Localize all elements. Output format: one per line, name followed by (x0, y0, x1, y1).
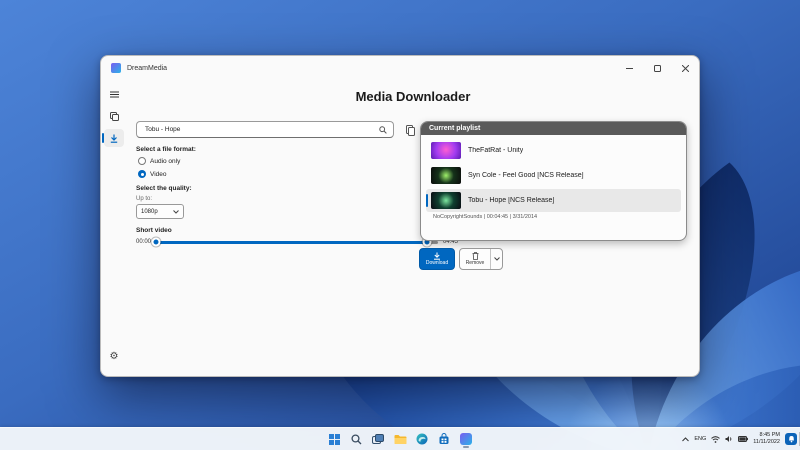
tray-time: 8:45 PM (759, 431, 780, 438)
menu-button[interactable] (104, 85, 124, 103)
close-button[interactable] (671, 56, 699, 80)
video-title: TheFatRat - Unity (468, 147, 524, 154)
video-thumbnail (431, 142, 461, 159)
hamburger-icon (109, 91, 119, 97)
file-explorer-button[interactable] (392, 431, 408, 447)
language-indicator[interactable]: ENG (694, 436, 706, 442)
converter-icon (109, 111, 119, 121)
media-app-icon (460, 433, 472, 445)
radio-audio-only[interactable]: Audio only (138, 157, 180, 165)
titlebar[interactable]: DreamMedia (101, 56, 699, 80)
trim-label: Short video (136, 227, 172, 234)
battery-button[interactable] (738, 436, 749, 442)
paste-icon[interactable] (404, 124, 417, 137)
remove-split-button: Remove (459, 248, 503, 270)
edge-button[interactable] (414, 431, 430, 447)
chevron-down-icon (493, 257, 500, 261)
video-meta: NoCopyrightSounds | 00:04:45 | 3/31/2014 (433, 214, 538, 220)
playlist-item[interactable]: TheFatRat - Unity (426, 139, 681, 162)
playlist-header: Current playlist (421, 122, 686, 135)
system-tray: ENG 8:45 PM 11/11/2022 (682, 428, 797, 450)
remove-label: Remove (465, 260, 485, 266)
tray-date: 11/11/2022 (753, 439, 780, 445)
store-icon (439, 433, 449, 444)
main-content: Media Downloader Select a file format: A… (127, 80, 699, 376)
search-icon[interactable] (379, 125, 387, 134)
clock[interactable]: 8:45 PM 11/11/2022 (753, 432, 780, 446)
gear-icon: ⚙ (109, 351, 119, 362)
quality-value: 1080p (141, 208, 158, 215)
sidebar-item-downloader[interactable] (102, 129, 124, 147)
download-label: Download (425, 260, 449, 266)
chevron-down-icon (173, 209, 179, 214)
wifi-icon (711, 435, 721, 443)
radio-label-video: Video (150, 170, 167, 178)
slider-handle-start[interactable] (151, 237, 161, 247)
trim-slider: 00:00 04:45 (136, 237, 458, 247)
download-icon (434, 252, 440, 260)
edge-icon (416, 433, 428, 445)
tray-chevron-button[interactable] (682, 436, 690, 442)
slider-fill (156, 240, 427, 244)
remove-button[interactable]: Remove (460, 249, 490, 269)
task-view-icon (372, 433, 384, 444)
search-button[interactable] (348, 431, 364, 447)
bell-icon (788, 436, 794, 443)
search-input[interactable] (137, 126, 379, 133)
action-buttons: Download Remove (419, 248, 503, 270)
close-icon (681, 64, 689, 72)
radio-circle-unchecked (138, 157, 146, 165)
quality-select[interactable]: 1080p (136, 204, 184, 219)
page-title: Media Downloader (355, 89, 471, 104)
maximize-icon (653, 64, 661, 72)
desktop: DreamMedia ⚙ Media Downloader Tobu - Hop… (0, 0, 800, 450)
settings-button[interactable]: ⚙ (104, 348, 124, 366)
task-view-button[interactable] (370, 431, 386, 447)
remove-options-button[interactable] (490, 249, 502, 269)
taskbar-center (326, 428, 474, 450)
chevron-up-icon (682, 436, 690, 441)
minimize-icon (625, 67, 633, 69)
speaker-icon (725, 436, 732, 442)
radio-circle-checked (138, 170, 146, 178)
format-label: Select a file format: (136, 146, 196, 153)
app-window: DreamMedia ⚙ Media Downloader Tobu - Hop… (100, 55, 700, 377)
video-title: Syn Cole - Feel Good [NCS Release] (468, 172, 584, 179)
quality-label: Select the quality: (136, 185, 192, 192)
quality-hint: Up to: (136, 196, 153, 202)
trim-start-label: 00:00 (136, 239, 152, 245)
windows-logo-icon (328, 433, 340, 445)
battery-icon (738, 436, 749, 442)
slider-track[interactable] (151, 237, 438, 247)
maximize-button[interactable] (643, 56, 671, 80)
playlist-panel: Current playlist TheFatRat - Unity Syn C… (420, 121, 687, 241)
video-thumbnail (431, 192, 461, 209)
sidebar: ⚙ (101, 80, 127, 376)
playlist-item-selected[interactable]: Tobu - Hope [NCS Release] (426, 189, 681, 212)
playlist-body: TheFatRat - Unity Syn Cole - Feel Good [… (421, 135, 686, 240)
sidebar-item-converter[interactable] (104, 107, 124, 125)
video-title: Tobu - Hope [NCS Release] (468, 197, 555, 204)
playlist-item[interactable]: Syn Cole - Feel Good [NCS Release] (426, 164, 681, 187)
search-box (136, 121, 394, 138)
radio-label-audio: Audio only (150, 157, 181, 165)
window-title: DreamMedia (127, 64, 168, 72)
app-icon (111, 63, 121, 73)
volume-button[interactable] (725, 435, 733, 443)
download-nav-icon (110, 134, 118, 143)
trash-icon (472, 252, 478, 260)
folder-icon (394, 434, 406, 444)
store-button[interactable] (436, 431, 452, 447)
notification-bell-button[interactable] (785, 433, 797, 445)
wifi-button[interactable] (711, 435, 721, 443)
download-button[interactable]: Download (419, 248, 455, 270)
start-button[interactable] (326, 431, 342, 447)
media-app-button[interactable] (458, 431, 474, 448)
taskbar: ENG 8:45 PM 11/11/2022 (0, 427, 800, 450)
radio-video[interactable]: Video (138, 170, 167, 178)
video-thumbnail (431, 167, 461, 184)
minimize-button[interactable] (615, 56, 643, 80)
search-taskbar-icon (350, 433, 361, 444)
